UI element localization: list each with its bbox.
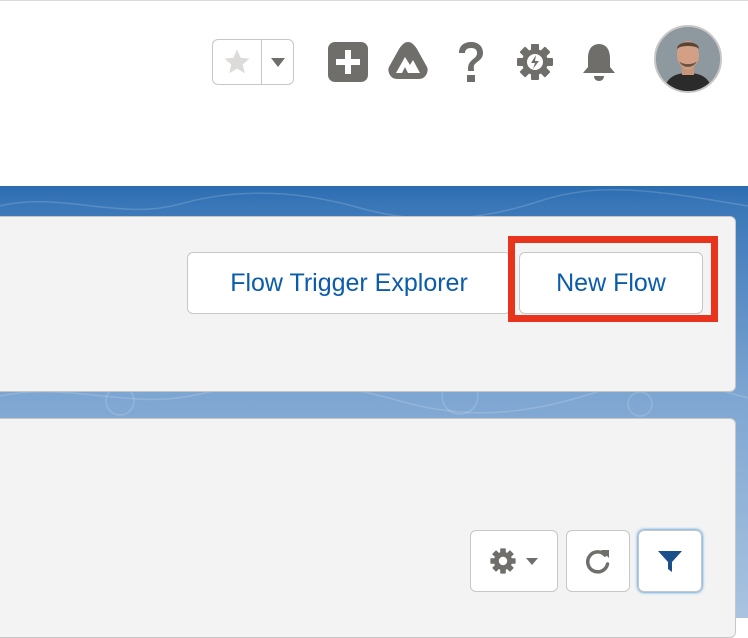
refresh-icon	[586, 550, 610, 574]
favorites-star-button[interactable]	[213, 40, 262, 84]
trailhead-icon	[388, 42, 428, 79]
list-view-card	[0, 418, 736, 638]
notification-bell-icon	[583, 44, 615, 81]
favorites-dropdown-button[interactable]	[262, 40, 293, 84]
navigation-bar	[0, 113, 748, 186]
favorites-button-group	[212, 39, 294, 85]
flow-trigger-explorer-button[interactable]: Flow Trigger Explorer	[187, 252, 511, 314]
refresh-button[interactable]	[566, 530, 630, 592]
user-avatar[interactable]	[654, 25, 722, 93]
global-header	[0, 0, 748, 114]
chevron-down-icon	[270, 58, 285, 67]
star-icon	[224, 49, 250, 74]
add-icon	[328, 42, 368, 82]
setup-button[interactable]	[512, 39, 558, 85]
trailhead-button[interactable]	[385, 39, 431, 85]
list-view-settings-button[interactable]	[470, 530, 558, 592]
global-actions-button[interactable]	[325, 39, 371, 85]
help-icon	[459, 42, 483, 82]
filter-button[interactable]	[638, 530, 702, 592]
gear-icon	[490, 548, 516, 574]
chevron-down-icon	[526, 558, 538, 565]
notifications-button[interactable]	[576, 39, 622, 85]
avatar-image	[656, 27, 720, 91]
setup-gear-icon	[517, 44, 553, 80]
help-button[interactable]	[448, 39, 494, 85]
new-flow-highlight-box	[508, 236, 718, 322]
filter-icon	[658, 551, 682, 572]
